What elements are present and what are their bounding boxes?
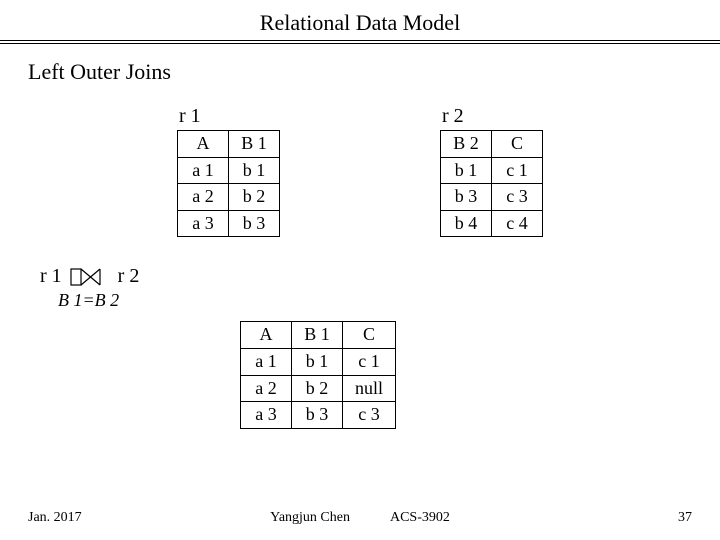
- cell: a 1: [241, 348, 292, 375]
- cell: c 3: [492, 184, 543, 211]
- cell: c 1: [343, 348, 396, 375]
- footer-author: Yangjun Chen: [270, 510, 350, 526]
- table-row: a 1 b 1: [178, 157, 280, 184]
- cell: b 2: [229, 184, 280, 211]
- cell: B 1: [292, 322, 343, 349]
- cell: C: [343, 322, 396, 349]
- cell: B 2: [441, 131, 492, 158]
- cell: c 1: [492, 157, 543, 184]
- footer-date: Jan. 2017: [28, 510, 82, 526]
- join-expression: r 1 r 2: [40, 265, 720, 288]
- table-row: a 3 b 3 c 3: [241, 402, 396, 429]
- cell: b 3: [292, 402, 343, 429]
- cell: null: [343, 375, 396, 402]
- table-row: A B 1 C: [241, 322, 396, 349]
- table-row: b 1 c 1: [441, 157, 543, 184]
- section-title: Left Outer Joins: [28, 59, 720, 85]
- table-r2-label: r 2: [442, 105, 464, 128]
- table-row: b 4 c 4: [441, 210, 543, 237]
- cell: b 3: [441, 184, 492, 211]
- footer-course: ACS-3902: [390, 510, 450, 526]
- header-rule: [0, 43, 720, 44]
- cell: b 1: [292, 348, 343, 375]
- join-left-operand: r 1: [40, 265, 62, 288]
- cell: b 4: [441, 210, 492, 237]
- table-r1-label: r 1: [179, 105, 201, 128]
- table-row: a 1 b 1 c 1: [241, 348, 396, 375]
- table-row: B 2 C: [441, 131, 543, 158]
- cell: C: [492, 131, 543, 158]
- cell: a 3: [178, 210, 229, 237]
- table-r1: A B 1 a 1 b 1 a 2 b 2 a 3 b 3: [177, 130, 280, 237]
- footer: Jan. 2017 Yangjun Chen ACS-3902 37: [0, 510, 720, 526]
- cell: a 1: [178, 157, 229, 184]
- table-row: a 2 b 2 null: [241, 375, 396, 402]
- cell: A: [178, 131, 229, 158]
- page-title: Relational Data Model: [260, 10, 460, 35]
- cell: A: [241, 322, 292, 349]
- cell: B 1: [229, 131, 280, 158]
- cell: b 1: [441, 157, 492, 184]
- table-r2: B 2 C b 1 c 1 b 3 c 3 b 4 c 4: [440, 130, 543, 237]
- cell: b 1: [229, 157, 280, 184]
- cell: c 4: [492, 210, 543, 237]
- left-outer-join-icon: [70, 268, 110, 286]
- cell: a 2: [241, 375, 292, 402]
- table-row: b 3 c 3: [441, 184, 543, 211]
- cell: b 3: [229, 210, 280, 237]
- table-row: a 2 b 2: [178, 184, 280, 211]
- cell: c 3: [343, 402, 396, 429]
- cell: a 3: [241, 402, 292, 429]
- table-row: A B 1: [178, 131, 280, 158]
- cell: b 2: [292, 375, 343, 402]
- header-rule: [0, 40, 720, 41]
- table-r2-block: r 2 B 2 C b 1 c 1 b 3 c 3 b 4 c 4: [440, 105, 543, 237]
- join-condition: B 1=B 2: [58, 290, 720, 311]
- table-r1-block: r 1 A B 1 a 1 b 1 a 2 b 2 a 3 b 3: [177, 105, 280, 237]
- table-result: A B 1 C a 1 b 1 c 1 a 2 b 2 null a 3 b 3…: [240, 321, 396, 428]
- table-row: a 3 b 3: [178, 210, 280, 237]
- cell: a 2: [178, 184, 229, 211]
- join-right-operand: r 2: [118, 265, 140, 288]
- footer-page-number: 37: [678, 510, 692, 526]
